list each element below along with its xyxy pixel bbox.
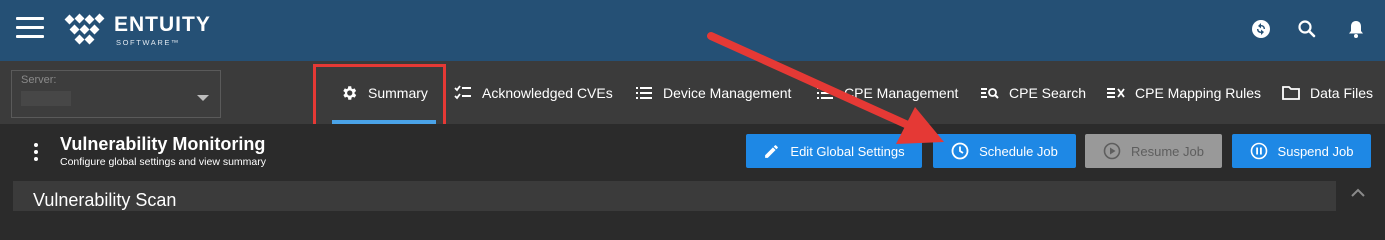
suspend-job-button[interactable]: Suspend Job	[1232, 134, 1371, 168]
more-vert-icon[interactable]	[33, 143, 39, 161]
page-header: Vulnerability Monitoring Configure globa…	[0, 124, 1385, 180]
top-app-bar: ENTUITY SOFTWARE™	[0, 0, 1385, 61]
edit-global-settings-label: Edit Global Settings	[790, 143, 905, 159]
edit-global-settings-button[interactable]: Edit Global Settings	[746, 134, 922, 168]
tab-navigation-bar: Server: Summary Acknowledged CVEs Device…	[0, 61, 1385, 124]
vulnerability-scan-panel: Vulnerability Scan	[13, 181, 1336, 211]
server-select[interactable]: Server:	[11, 70, 221, 118]
hamburger-menu-icon[interactable]	[16, 17, 44, 39]
pencil-icon	[765, 144, 779, 158]
tab-acknowledged-cves-label: Acknowledged CVEs	[482, 84, 613, 101]
server-value-redacted	[21, 91, 71, 106]
clock-icon	[951, 142, 969, 160]
chevron-down-icon[interactable]	[197, 95, 209, 101]
play-circle-icon	[1103, 142, 1121, 160]
schedule-job-label: Schedule Job	[979, 143, 1058, 159]
mapping-rules-icon	[1107, 87, 1125, 98]
server-label: Server:	[21, 74, 57, 86]
page-subtitle: Configure global settings and view summa…	[60, 156, 267, 168]
tab-device-management-label: Device Management	[663, 84, 792, 101]
logo-subtext: SOFTWARE™	[116, 38, 181, 47]
tab-data-files[interactable]: Data Files	[1282, 61, 1373, 124]
folder-icon	[1282, 85, 1300, 100]
tab-cpe-mapping-rules[interactable]: CPE Mapping Rules	[1107, 61, 1261, 124]
tab-cpe-management-label: CPE Management	[844, 84, 959, 101]
resume-job-button[interactable]: Resume Job	[1085, 134, 1222, 168]
logo-mark-icon	[64, 13, 105, 45]
search-icon[interactable]	[1296, 18, 1318, 40]
panel-title: Vulnerability Scan	[33, 190, 177, 210]
tab-acknowledged-cves[interactable]: Acknowledged CVEs	[454, 61, 613, 124]
pause-circle-icon	[1250, 142, 1267, 160]
schedule-job-button[interactable]: Schedule Job	[933, 134, 1076, 168]
chevron-up-icon[interactable]	[1349, 186, 1367, 200]
tab-cpe-mapping-rules-label: CPE Mapping Rules	[1135, 84, 1262, 101]
checklist-icon	[454, 84, 471, 99]
list-icon	[817, 86, 833, 99]
resume-job-label: Resume Job	[1131, 143, 1204, 159]
list-icon	[636, 86, 652, 99]
suspend-job-label: Suspend Job	[1277, 143, 1354, 159]
logo-wordmark: ENTUITY	[114, 13, 211, 36]
tab-cpe-search[interactable]: CPE Search	[981, 61, 1086, 124]
tab-device-management[interactable]: Device Management	[635, 61, 791, 124]
bell-icon[interactable]	[1345, 18, 1367, 40]
sync-status-icon[interactable]	[1250, 18, 1272, 40]
tab-cpe-search-label: CPE Search	[1009, 84, 1087, 101]
tab-cpe-management[interactable]: CPE Management	[816, 61, 958, 124]
page-title: Vulnerability Monitoring	[60, 134, 266, 154]
tab-data-files-label: Data Files	[1310, 84, 1374, 101]
search-list-icon	[981, 87, 999, 99]
